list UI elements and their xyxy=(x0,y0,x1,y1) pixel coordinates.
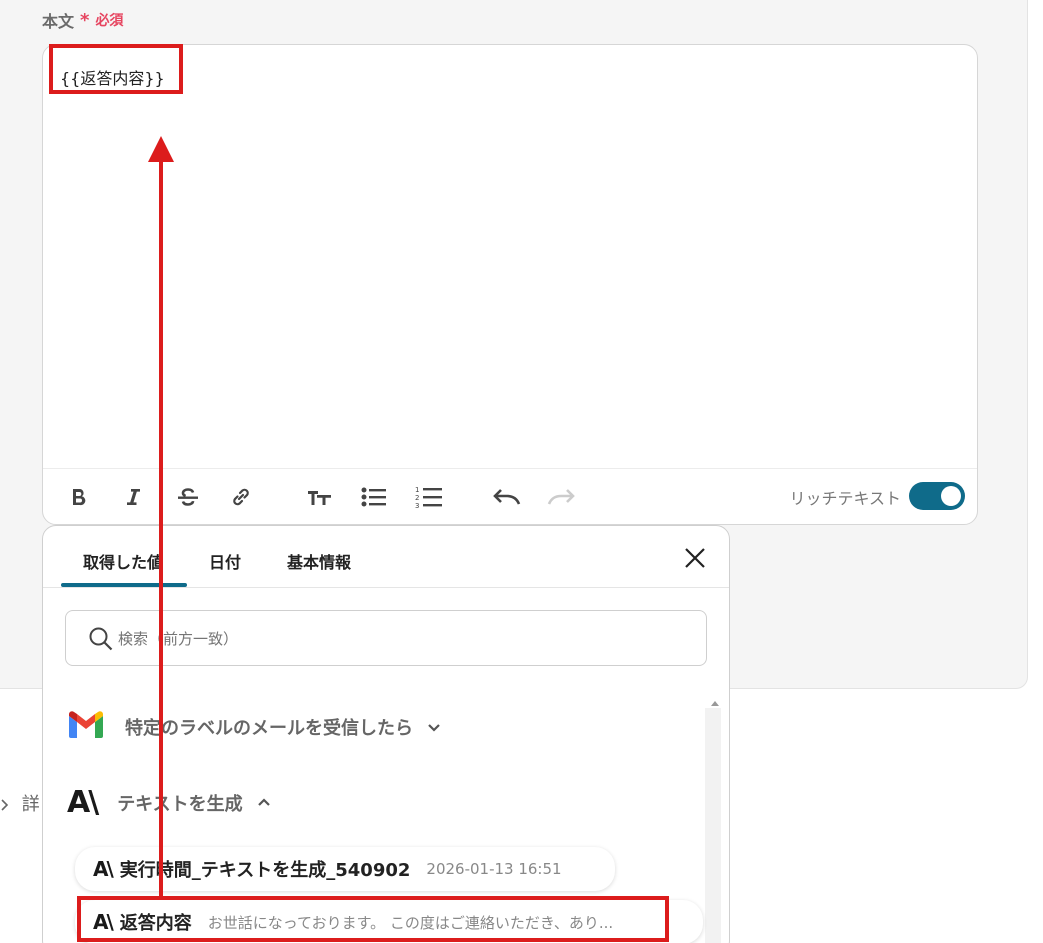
annotation-arrow xyxy=(148,136,174,896)
